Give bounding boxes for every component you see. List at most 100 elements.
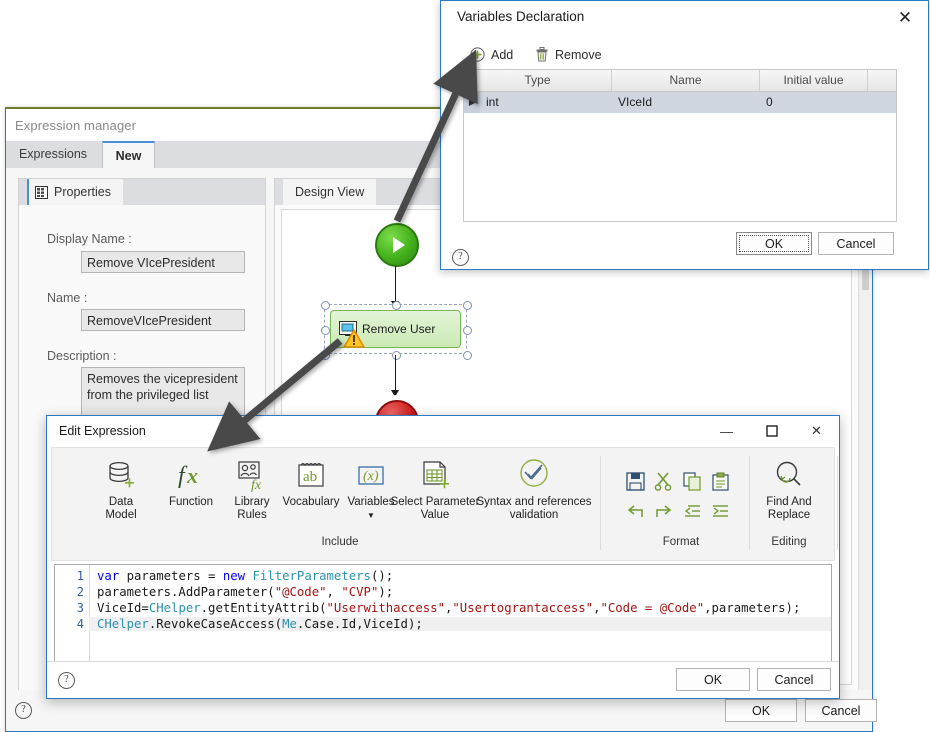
variables-declaration-dialog: Variables Declaration ✕ Add Remove Type …: [440, 0, 929, 270]
edit-cancel-button[interactable]: Cancel: [757, 668, 831, 691]
svg-text:x: x: [186, 463, 198, 488]
activity-label: Remove User: [362, 322, 436, 336]
warning-icon: [343, 329, 365, 351]
display-name-label: Display Name :: [47, 232, 132, 246]
cell-type[interactable]: int: [480, 92, 612, 113]
svg-text:ab: ab: [303, 469, 317, 485]
variables-cancel-button[interactable]: Cancel: [818, 232, 894, 255]
variables-ok-button[interactable]: OK: [736, 232, 812, 255]
include-group-label: Include: [321, 536, 359, 548]
connector-arrow-2: [391, 390, 399, 397]
data-model-button[interactable]: Data Model: [84, 454, 158, 522]
maximize-icon[interactable]: [749, 416, 794, 446]
variables-dialog-title: Variables Declaration: [457, 9, 585, 24]
line-number-1: 1: [76, 569, 84, 583]
resize-handle-nw[interactable]: [321, 301, 330, 310]
find-replace-button[interactable]: Find And Replace: [750, 454, 828, 522]
column-header-name[interactable]: Name: [612, 70, 760, 91]
connector-activity-to-stop: [395, 355, 396, 393]
editing-group-label: Editing: [771, 536, 807, 548]
tab-expressions[interactable]: Expressions: [6, 141, 100, 168]
data-model-label-2: Model: [105, 509, 137, 521]
resize-handle-s[interactable]: [392, 351, 401, 360]
code-line-1[interactable]: var parameters = new FilterParameters();: [97, 569, 393, 583]
trash-icon: [535, 47, 549, 62]
edit-expression-titlebar: Edit Expression — ✕: [47, 416, 839, 447]
code-editor[interactable]: 1 2 3 4 var parameters = new FilterParam…: [54, 564, 832, 670]
properties-tab-label: Properties: [54, 185, 111, 199]
undo-icon[interactable]: [624, 500, 646, 522]
edit-expression-title: Edit Expression: [59, 424, 146, 438]
main-cancel-button[interactable]: Cancel: [805, 699, 877, 722]
column-header-type[interactable]: Type: [464, 70, 612, 91]
close-icon[interactable]: ✕: [892, 6, 918, 30]
redo-icon[interactable]: [652, 500, 674, 522]
code-gutter: 1 2 3 4: [55, 565, 90, 669]
ribbon-separator-3: [837, 456, 838, 550]
cut-icon[interactable]: [652, 470, 674, 492]
display-name-input[interactable]: Remove VIcePresident: [81, 251, 245, 273]
syntax-validation-icon: [466, 454, 602, 496]
cell-name[interactable]: VIceId: [612, 92, 760, 113]
close-icon-edit[interactable]: ✕: [794, 416, 839, 446]
add-button[interactable]: Add: [470, 47, 513, 62]
cell-initial-value[interactable]: 0: [760, 92, 868, 113]
line-number-3: 3: [76, 601, 84, 615]
description-label: Description :: [47, 349, 117, 363]
line-number-2: 2: [76, 585, 84, 599]
resize-handle-ne[interactable]: [463, 301, 472, 310]
code-line-2[interactable]: parameters.AddParameter("@Code", "CVP");: [97, 585, 393, 599]
help-icon-variables[interactable]: ?: [452, 249, 469, 266]
name-label: Name :: [47, 291, 88, 305]
outdent-icon[interactable]: [681, 500, 703, 522]
resize-handle-e[interactable]: [463, 326, 472, 335]
line-number-4: 4: [76, 617, 84, 631]
code-line-4[interactable]: CHelper.RevokeCaseAccess(Me.Case.Id,Vice…: [89, 617, 831, 631]
remove-button[interactable]: Remove: [535, 47, 602, 62]
svg-text:fx: fx: [251, 478, 262, 492]
find-replace-icon: [750, 454, 828, 496]
connector-start-to-activity: [395, 266, 396, 304]
syntax-validation-label-2: validation: [509, 509, 559, 521]
paste-icon[interactable]: [709, 470, 731, 492]
minimize-icon[interactable]: —: [704, 416, 749, 446]
resize-handle-w[interactable]: [321, 326, 330, 335]
edit-expression-footer: ? OK Cancel: [47, 661, 839, 698]
indent-icon[interactable]: [709, 500, 731, 522]
add-icon: [470, 47, 485, 62]
svg-text:(x): (x): [363, 469, 379, 484]
start-node[interactable]: [375, 223, 419, 267]
tab-design-view[interactable]: Design View: [283, 179, 377, 205]
resize-handle-n[interactable]: [392, 301, 401, 310]
copy-icon[interactable]: [681, 470, 703, 492]
tab-properties[interactable]: Properties: [27, 179, 123, 205]
find-replace-label-2: Replace: [767, 509, 811, 521]
table-row[interactable]: ▶ int VIceId 0: [464, 92, 896, 113]
tab-new[interactable]: New: [102, 141, 155, 168]
help-icon-edit[interactable]: ?: [58, 672, 75, 689]
save-icon[interactable]: [624, 470, 646, 492]
row-selector[interactable]: ▶: [464, 92, 480, 113]
main-ok-button[interactable]: OK: [725, 699, 797, 722]
format-group-label: Format: [662, 536, 700, 548]
variables-grid-header: Type Name Initial value: [464, 70, 896, 92]
code-line-3[interactable]: ViceId=CHelper.getEntityAttrib("Userwith…: [97, 601, 800, 615]
column-header-initial-value[interactable]: Initial value: [760, 70, 868, 91]
syntax-validation-label-1: Syntax and references: [476, 496, 592, 508]
syntax-validation-button[interactable]: Syntax and references validation: [466, 454, 602, 522]
data-model-label-1: Data: [108, 496, 134, 508]
help-icon-main[interactable]: ?: [15, 702, 32, 719]
variables-grid[interactable]: Type Name Initial value ▶ int VIceId 0: [463, 69, 897, 222]
remove-user-activity[interactable]: Remove User: [330, 310, 461, 348]
remove-label: Remove: [555, 47, 602, 62]
find-replace-label-1: Find And: [766, 496, 812, 508]
resize-handle-sw[interactable]: [321, 351, 330, 360]
name-input[interactable]: RemoveVIcePresident: [81, 309, 245, 331]
screenshot-root: Expression manager Expressions New Prope…: [0, 0, 930, 732]
edit-ok-button[interactable]: OK: [676, 668, 750, 691]
ribbon-separator-1: [600, 456, 601, 550]
data-model-icon: [84, 454, 158, 496]
properties-icon: [35, 185, 48, 199]
design-view-tab-label: Design View: [295, 185, 365, 199]
resize-handle-se[interactable]: [463, 351, 472, 360]
